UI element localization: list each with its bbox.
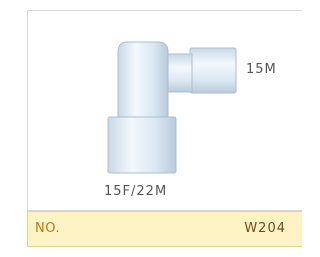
part-number-bar: NO. W204 [27, 211, 302, 247]
side-outlet [189, 47, 237, 94]
connector-neck [165, 53, 193, 93]
bottom-socket-label: 15F/22M [104, 184, 168, 199]
side-outlet-label: 15M [246, 62, 277, 77]
elbow-body [117, 41, 169, 121]
part-code: W204 [244, 221, 286, 236]
product-card: 15M 15F/22M NO. W204 [0, 0, 302, 257]
bottom-socket [107, 116, 177, 174]
number-label: NO. [35, 221, 61, 236]
